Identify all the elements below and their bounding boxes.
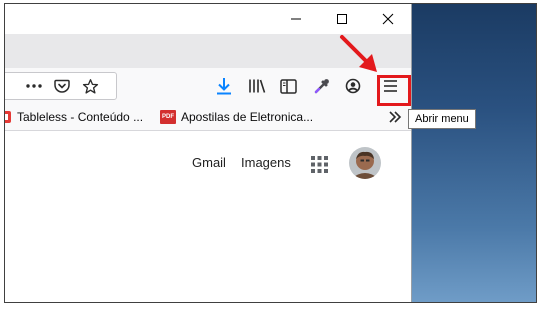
maximize-icon <box>337 14 347 24</box>
eyedropper-button[interactable] <box>309 75 333 97</box>
avatar[interactable] <box>349 147 381 179</box>
apps-grid-icon <box>311 156 328 173</box>
bookmark-star-button[interactable] <box>78 75 102 97</box>
page-content: Gmail Imagens <box>5 131 411 302</box>
account-icon <box>345 78 361 94</box>
menu-highlight-box <box>377 75 411 106</box>
gmail-link[interactable]: Gmail <box>192 155 226 170</box>
close-button[interactable] <box>365 4 411 34</box>
desktop-background <box>412 4 536 302</box>
annotation-arrow-icon <box>340 35 377 72</box>
minimize-icon <box>291 18 301 20</box>
bookmark-apostilas[interactable]: PDF Apostilas de Eletronica... <box>160 107 313 127</box>
bookmark-label: Tableless - Conteúdo ... <box>17 110 144 124</box>
apps-button[interactable] <box>311 156 328 178</box>
url-bar[interactable] <box>5 72 117 100</box>
eyedropper-icon <box>314 78 329 93</box>
download-icon <box>217 78 231 95</box>
downloads-button[interactable] <box>212 75 236 97</box>
title-bar <box>5 4 411 34</box>
screenshot-frame: Tableless - Conteúdo ... PDF Apostilas d… <box>4 3 537 303</box>
menu-tooltip: Abrir menu <box>408 109 476 129</box>
images-link[interactable]: Imagens <box>241 155 291 170</box>
maximize-button[interactable] <box>319 4 365 34</box>
library-button[interactable] <box>245 75 269 97</box>
site-favicon-icon <box>5 111 11 123</box>
sidebar-button[interactable] <box>276 75 300 97</box>
bookmarks-overflow-button[interactable] <box>383 106 407 128</box>
bookmarks-toolbar: Tableless - Conteúdo ... PDF Apostilas d… <box>5 104 411 131</box>
account-button[interactable] <box>341 75 365 97</box>
pocket-button[interactable] <box>50 75 74 97</box>
page-actions-button[interactable] <box>22 75 46 97</box>
star-icon <box>82 78 98 94</box>
sidebar-icon <box>279 78 297 94</box>
bookmark-tableless[interactable]: Tableless - Conteúdo ... <box>5 107 144 127</box>
library-icon <box>249 79 266 93</box>
tooltip-text: Abrir menu <box>415 113 469 125</box>
user-avatar-icon <box>349 147 381 179</box>
more-horizontal-icon <box>26 84 42 88</box>
close-icon <box>382 13 394 25</box>
pdf-icon: PDF <box>160 110 176 124</box>
minimize-button[interactable] <box>273 4 319 34</box>
bookmark-label: Apostilas de Eletronica... <box>181 110 314 124</box>
chevron-double-right-icon <box>389 111 402 123</box>
pocket-icon <box>54 79 70 93</box>
